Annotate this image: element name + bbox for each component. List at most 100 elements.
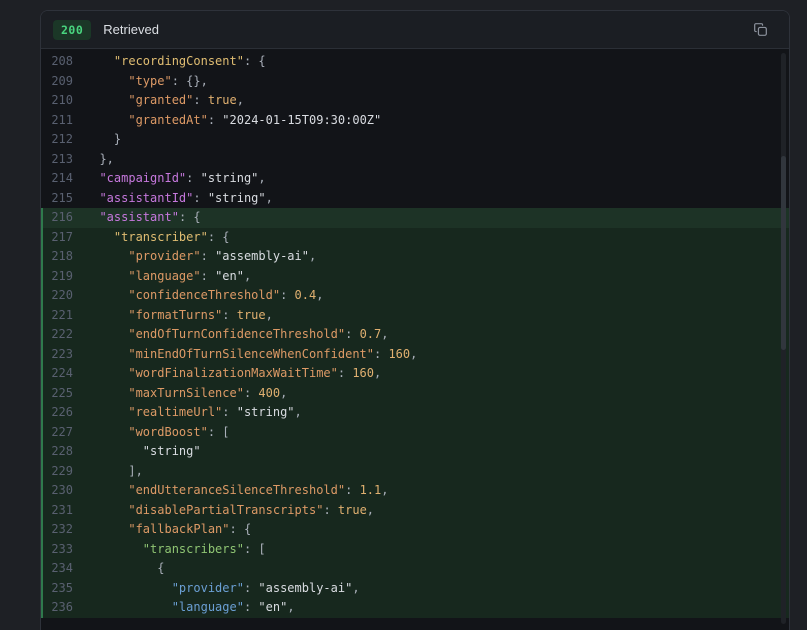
json-token: } xyxy=(113,132,122,146)
json-token: "maxTurnSilence" xyxy=(128,385,244,400)
code-text: "transcribers": [ xyxy=(85,540,266,560)
json-token: : [ xyxy=(207,424,230,439)
code-line: 218 "provider": "assembly-ai", xyxy=(41,247,789,267)
response-panel: 200 Retrieved 208 "recordingConsent": {2… xyxy=(40,10,790,630)
json-token: 1.1 xyxy=(359,483,382,497)
line-number: 225 xyxy=(51,385,73,400)
code-text: "wordFinalizationMaxWaitTime": 160, xyxy=(85,364,381,384)
json-token: , xyxy=(316,288,324,302)
json-token: "en" xyxy=(258,600,288,614)
json-token: "transcriber" xyxy=(113,229,208,244)
code-line: 214 "campaignId": "string", xyxy=(41,169,789,189)
json-token: "assembly-ai" xyxy=(215,249,309,263)
json-token: : xyxy=(337,366,353,380)
code-text: "maxTurnSilence": 400, xyxy=(85,384,287,404)
code-line: 224 "wordFinalizationMaxWaitTime": 160, xyxy=(41,364,789,384)
json-token: , xyxy=(258,171,266,185)
code-line: 217 "transcriber": { xyxy=(41,227,789,248)
code-text: "campaignId": "string", xyxy=(85,169,266,189)
line-number: 234 xyxy=(51,561,73,575)
code-text: "confidenceThreshold": 0.4, xyxy=(85,286,323,306)
code-line: 236 "language": "en", xyxy=(41,598,789,618)
json-token: { xyxy=(157,561,165,575)
code-line: 210 "granted": true, xyxy=(41,91,789,111)
json-token: "string" xyxy=(200,171,259,185)
json-token: , xyxy=(243,268,252,283)
json-token: "2024-01-15T09:30:00Z" xyxy=(222,112,382,127)
code-text: "endUtteranceSilenceThreshold": 1.1, xyxy=(85,481,388,501)
json-token: true xyxy=(207,93,237,107)
code-line: 225 "maxTurnSilence": 400, xyxy=(41,383,789,404)
json-token: "fallbackPlan" xyxy=(128,522,230,536)
line-number: 210 xyxy=(51,93,73,107)
line-number: 226 xyxy=(51,405,73,419)
code-line: 215 "assistantId": "string", xyxy=(41,189,789,209)
json-token: "granted" xyxy=(128,93,194,107)
json-token: 160 xyxy=(388,346,411,361)
code-text: "assistantId": "string", xyxy=(85,189,272,209)
json-token: , xyxy=(381,327,389,341)
line-number: 219 xyxy=(51,268,73,283)
code-line: 208 "recordingConsent": { xyxy=(41,52,789,72)
json-token: "wordBoost" xyxy=(128,424,208,439)
code-text: } xyxy=(85,130,121,150)
json-token: "confidenceThreshold" xyxy=(128,288,281,302)
json-token: "formatTurns" xyxy=(128,307,223,322)
code-text: "language": "en", xyxy=(85,598,295,618)
code-text: "wordBoost": [ xyxy=(85,423,230,443)
line-number: 214 xyxy=(51,171,73,185)
code-line: 232 "fallbackPlan": { xyxy=(41,520,789,540)
code-text: ], xyxy=(85,462,143,482)
json-token: "type" xyxy=(128,73,172,88)
code-line: 222 "endOfTurnConfidenceThreshold": 0.7, xyxy=(41,325,789,345)
json-token: "minEndOfTurnSilenceWhenConfident" xyxy=(128,346,374,361)
code-text: "assistant": { xyxy=(85,208,201,228)
json-token: : { xyxy=(229,522,252,536)
json-token: "recordingConsent" xyxy=(113,54,244,68)
json-token: : xyxy=(243,385,259,400)
code-line: 235 "provider": "assembly-ai", xyxy=(41,578,789,598)
line-number: 224 xyxy=(51,366,73,380)
json-token: ], xyxy=(128,463,143,478)
json-token: : xyxy=(345,327,360,341)
json-token: true xyxy=(337,502,367,517)
json-token: : xyxy=(243,580,259,595)
line-number: 232 xyxy=(51,522,73,536)
code-text: "minEndOfTurnSilenceWhenConfident": 160, xyxy=(85,345,417,365)
json-token: "provider" xyxy=(171,580,244,595)
json-token: : xyxy=(186,171,201,185)
code-scroll-area[interactable]: 208 "recordingConsent": {209 "type": {},… xyxy=(41,49,789,618)
code-text: "transcriber": { xyxy=(85,228,230,248)
line-number: 218 xyxy=(51,249,73,263)
response-header: 200 Retrieved xyxy=(41,11,789,49)
code-line: 212 } xyxy=(41,130,789,150)
json-token: "endUtteranceSilenceThreshold" xyxy=(128,483,346,497)
json-token: "campaignId" xyxy=(99,171,187,185)
json-token: "string" xyxy=(207,190,266,205)
code-line: 233 "transcribers": [ xyxy=(41,539,789,560)
line-number: 230 xyxy=(51,483,73,497)
json-token: "assembly-ai" xyxy=(258,580,353,595)
json-token: , xyxy=(265,307,273,322)
json-token: : { xyxy=(178,210,201,224)
json-token: : { xyxy=(207,229,230,244)
line-number: 208 xyxy=(51,54,73,68)
line-number: 236 xyxy=(51,600,73,614)
line-number: 213 xyxy=(51,151,73,166)
json-token: : xyxy=(222,307,237,322)
code-line: 231 "disablePartialTranscripts": true, xyxy=(41,500,789,520)
code-text: "formatTurns": true, xyxy=(85,306,273,326)
code-line: 234 { xyxy=(41,559,789,579)
json-token: 160 xyxy=(352,366,375,380)
scrollbar-thumb[interactable] xyxy=(781,155,786,350)
code-text: "string" xyxy=(85,442,201,462)
status-label: Retrieved xyxy=(103,22,159,37)
copy-button[interactable] xyxy=(747,17,773,43)
code-text: "realtimeUrl": "string", xyxy=(85,403,301,423)
json-token: : xyxy=(345,483,360,497)
scrollbar-track[interactable] xyxy=(781,53,786,624)
json-token: "provider" xyxy=(128,249,201,263)
line-number: 231 xyxy=(51,502,73,517)
code-text: "recordingConsent": { xyxy=(85,52,266,72)
line-number: 228 xyxy=(51,444,73,458)
